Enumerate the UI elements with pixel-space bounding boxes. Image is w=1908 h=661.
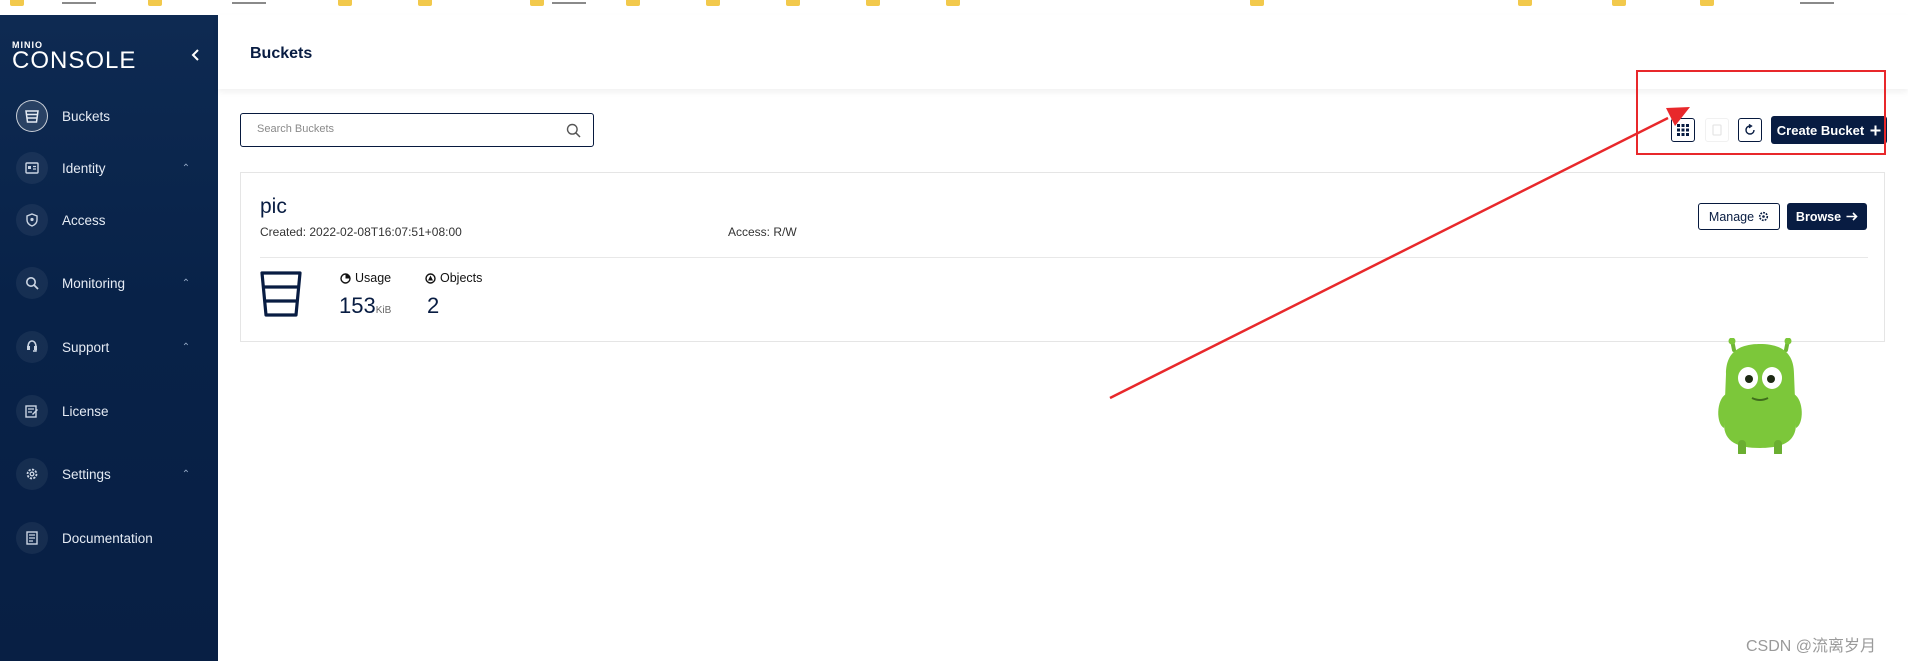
- csdn-watermark: CSDN @流离岁月: [1746, 638, 1877, 655]
- green-mascot-image: [1712, 337, 1808, 459]
- annotation-arrow: [1109, 107, 1690, 400]
